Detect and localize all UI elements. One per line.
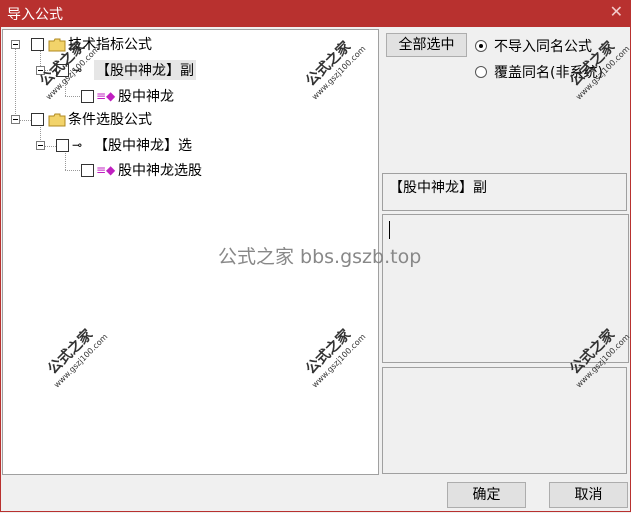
collapse-toggle-select[interactable] [11, 115, 20, 124]
checkbox[interactable] [56, 63, 69, 77]
tree-node-indicator[interactable]: ≡◆ 股中神龙 [81, 85, 174, 107]
formula-name-display: 【股中神龙】副 [382, 173, 627, 211]
tree-node-label: 股中神龙选股 [118, 163, 202, 179]
checkbox[interactable] [56, 138, 69, 152]
window-title: 导入公式 [7, 7, 63, 23]
select-all-button[interactable]: 全部选中 [386, 33, 467, 57]
radio-selected-icon[interactable] [475, 40, 487, 52]
checkbox[interactable] [31, 37, 44, 51]
option-overwrite-same-name[interactable]: 覆盖同名(非系统) [475, 62, 603, 82]
formula-diamond-icon: ≡◆ [96, 163, 116, 177]
option-label: 覆盖同名(非系统) [494, 65, 603, 81]
tree-node-select-stock[interactable]: ≡◆ 股中神龙选股 [81, 159, 202, 181]
watermark-text: 公式之家 bbs.gszb.top [218, 246, 422, 268]
key-icon: ⊸ [72, 138, 83, 152]
text-cursor [389, 221, 390, 239]
cancel-button[interactable]: 取消 [549, 482, 628, 508]
tree-node-select-formulas[interactable]: 条件选股公式 [31, 108, 152, 130]
radio-icon[interactable] [475, 66, 487, 78]
title-bar: 导入公式 ✕ [0, 0, 631, 27]
tree-node-label: 【股中神龙】选 [94, 138, 192, 154]
formula-description-textarea[interactable] [382, 214, 629, 363]
tree-node-tech-formulas[interactable]: 技术指标公式 [31, 33, 152, 55]
close-icon[interactable]: ✕ [610, 2, 623, 21]
folder-icon [48, 38, 66, 52]
ok-button[interactable]: 确定 [447, 482, 526, 508]
tree-node-label: 条件选股公式 [68, 112, 152, 128]
tree-node-sub-formula[interactable]: ⊸ 【股中神龙】副 [56, 59, 196, 81]
option-label: 不导入同名公式 [494, 39, 592, 55]
checkbox[interactable] [81, 89, 94, 103]
collapse-toggle-sub[interactable] [36, 66, 45, 75]
checkbox[interactable] [81, 163, 94, 177]
tree-node-label: 【股中神龙】副 [94, 60, 196, 80]
checkbox[interactable] [31, 112, 44, 126]
key-icon: ⊸ [72, 63, 83, 77]
formula-name: 【股中神龙】副 [389, 180, 487, 196]
option-skip-same-name[interactable]: 不导入同名公式 [475, 36, 592, 56]
collapse-toggle-tech[interactable] [11, 40, 20, 49]
tree-node-select-formula[interactable]: ⊸ 【股中神龙】选 [56, 134, 192, 156]
tree-node-label: 股中神龙 [118, 89, 174, 105]
collapse-toggle-select-sub[interactable] [36, 141, 45, 150]
formula-diamond-icon: ≡◆ [96, 89, 116, 103]
tree-node-label: 技术指标公式 [68, 37, 152, 53]
formula-info-box [382, 367, 627, 474]
folder-icon [48, 113, 66, 127]
